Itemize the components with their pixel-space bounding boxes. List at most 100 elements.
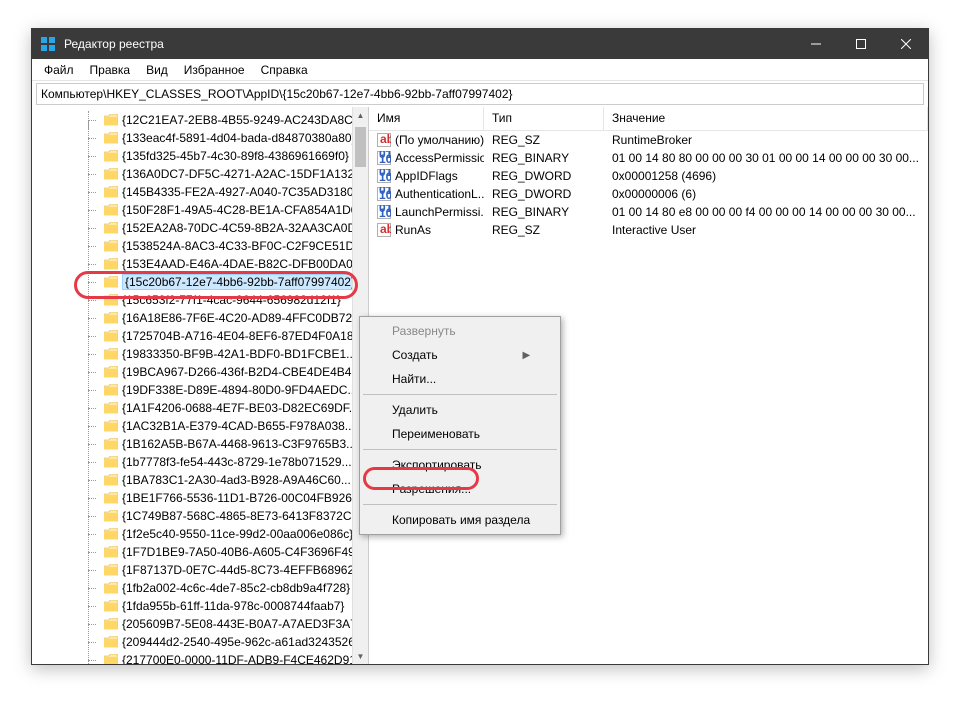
tree-item[interactable]: {145B4335-FE2A-4927-A040-7C35AD3180EF} <box>76 183 368 201</box>
tree-item[interactable]: {1F7D1BE9-7A50-40B6-A605-C4F3696F49C0} <box>76 543 368 561</box>
scroll-thumb[interactable] <box>355 127 366 167</box>
scroll-down-button[interactable]: ▼ <box>353 648 368 664</box>
tree-item[interactable]: {1b7778f3-fe54-443c-8729-1e78b071529... <box>76 453 368 471</box>
folder-icon <box>104 654 118 664</box>
value-type-cell: REG_SZ <box>484 133 604 147</box>
ctx-separator <box>363 504 557 505</box>
tree-item-label: {19BCA967-D266-436f-B2D4-CBE4DE4B4... <box>122 365 361 379</box>
folder-icon <box>104 204 118 216</box>
tree-item[interactable]: {135fd325-45b7-4c30-89f8-4386961669f0} <box>76 147 368 165</box>
minimize-button[interactable] <box>793 29 838 59</box>
svg-text:100: 100 <box>379 188 391 201</box>
ctx-new[interactable]: Создать▶ <box>362 343 558 367</box>
tree-item-label: {205609B7-5E08-443E-B0A7-A7AED3F3A717} <box>122 617 369 631</box>
tree-item-label: {1538524A-8AC3-4C33-BF0C-C2F9CE51DD50} <box>122 239 369 253</box>
tree-item[interactable]: {136A0DC7-DF5C-4271-A2AC-15DF1A1323F2} <box>76 165 368 183</box>
tree-item[interactable]: {1B162A5B-B67A-4468-9613-C3F9765B3... <box>76 435 368 453</box>
tree-item[interactable]: {1BE1F766-5536-11D1-B726-00C04FB926AF} <box>76 489 368 507</box>
tree-item[interactable]: {19DF338E-D89E-4894-80D0-9FD4AEDC... <box>76 381 368 399</box>
tree-item[interactable]: {1A1F4206-0688-4E7F-BE03-D82EC69DF... <box>76 399 368 417</box>
tree-item-label: {15c20b67-12e7-4bb6-92bb-7aff07997402} <box>122 274 358 290</box>
tree-item-label: {209444d2-2540-495e-962c-a61ad3243526} <box>122 635 359 649</box>
tree-item[interactable]: {1f2e5c40-9550-11ce-99d2-00aa006e086c} <box>76 525 368 543</box>
folder-icon <box>104 600 118 612</box>
folder-icon <box>104 384 118 396</box>
context-menu: Развернуть Создать▶ Найти... Удалить Пер… <box>359 316 561 535</box>
tree-item-label: {1C749B87-568C-4865-8E73-6413F8372CE6} <box>122 509 369 523</box>
ctx-delete[interactable]: Удалить <box>362 398 558 422</box>
tree-item-label: {15c653f2-77f1-4cac-9644-656982d12f1} <box>122 293 341 307</box>
ctx-separator <box>363 449 557 450</box>
folder-icon <box>104 312 118 324</box>
tree-item-label: {150F28F1-49A5-4C28-BE1A-CFA854A1D04B} <box>122 203 369 217</box>
tree-item[interactable]: {1AC32B1A-E379-4CAD-B655-F978A038... <box>76 417 368 435</box>
folder-icon <box>104 240 118 252</box>
folder-icon <box>104 402 118 414</box>
binary-value-icon: 011100 <box>377 205 391 219</box>
tree-item[interactable]: {133eac4f-5891-4d04-bada-d84870380a80} <box>76 129 368 147</box>
tree-item[interactable]: {1fb2a002-4c6c-4de7-85c2-cb8db9a4f728} <box>76 579 368 597</box>
menu-favorites[interactable]: Избранное <box>176 61 253 79</box>
tree-item[interactable]: {205609B7-5E08-443E-B0A7-A7AED3F3A717} <box>76 615 368 633</box>
scroll-up-button[interactable]: ▲ <box>353 107 368 123</box>
column-value[interactable]: Значение <box>604 107 928 130</box>
column-type[interactable]: Тип <box>484 107 604 130</box>
maximize-button[interactable] <box>838 29 883 59</box>
tree-item[interactable]: {217700E0-0000-11DF-ADB9-F4CE462D9137} <box>76 651 368 664</box>
tree-item[interactable]: {12C21EA7-2EB8-4B55-9249-AC243DA8C666} <box>76 111 368 129</box>
tree-item-label: {16A18E86-7F6E-4C20-AD89-4FFC0DB72... <box>122 311 362 325</box>
menu-view[interactable]: Вид <box>138 61 176 79</box>
tree-item-label: {133eac4f-5891-4d04-bada-d84870380a80} <box>122 131 356 145</box>
ctx-permissions[interactable]: Разрешения... <box>362 477 558 501</box>
close-button[interactable] <box>883 29 928 59</box>
svg-text:100: 100 <box>379 206 391 219</box>
tree-item[interactable]: {209444d2-2540-495e-962c-a61ad3243526} <box>76 633 368 651</box>
folder-icon <box>104 330 118 342</box>
value-type-cell: REG_DWORD <box>484 187 604 201</box>
tree-item[interactable]: {1725704B-A716-4E04-8EF6-87ED4F0A18... <box>76 327 368 345</box>
tree-item-label: {1F87137D-0E7C-44d5-8C73-4EFFB68962F2} <box>122 563 369 577</box>
tree-item[interactable]: {150F28F1-49A5-4C28-BE1A-CFA854A1D04B} <box>76 201 368 219</box>
ctx-copy-key-name[interactable]: Копировать имя раздела <box>362 508 558 532</box>
ctx-rename[interactable]: Переименовать <box>362 422 558 446</box>
address-bar[interactable]: Компьютер\HKEY_CLASSES_ROOT\AppID\{15c20… <box>36 83 924 105</box>
ctx-find[interactable]: Найти... <box>362 367 558 391</box>
tree-item-label: {145B4335-FE2A-4927-A040-7C35AD3180EF} <box>122 185 369 199</box>
svg-text:100: 100 <box>379 170 391 183</box>
value-row[interactable]: abRunAsREG_SZInteractive User <box>369 221 928 239</box>
tree-item[interactable]: {15c653f2-77f1-4cac-9644-656982d12f1} <box>76 291 368 309</box>
tree-item[interactable]: {15c20b67-12e7-4bb6-92bb-7aff07997402} <box>76 273 368 291</box>
tree-item[interactable]: {1F87137D-0E7C-44d5-8C73-4EFFB68962F2} <box>76 561 368 579</box>
folder-icon <box>104 222 118 234</box>
titlebar[interactable]: Редактор реестра <box>32 29 928 59</box>
folder-icon <box>104 294 118 306</box>
tree-item-label: {135fd325-45b7-4c30-89f8-4386961669f0} <box>122 149 349 163</box>
tree-item[interactable]: {16A18E86-7F6E-4C20-AD89-4FFC0DB72... <box>76 309 368 327</box>
menu-edit[interactable]: Правка <box>82 61 139 79</box>
tree-item[interactable]: {152EA2A8-70DC-4C59-8B2A-32AA3CA0DCAC} <box>76 219 368 237</box>
column-name[interactable]: Имя <box>369 107 484 130</box>
tree-item[interactable]: {19833350-BF9B-42A1-BDF0-BD1FCBE1... <box>76 345 368 363</box>
tree-item[interactable]: {1fda955b-61ff-11da-978c-0008744faab7} <box>76 597 368 615</box>
tree-item[interactable]: {153E4AAD-E46A-4DAE-B82C-DFB00DA0FE44} <box>76 255 368 273</box>
tree-item[interactable]: {19BCA967-D266-436f-B2D4-CBE4DE4B4... <box>76 363 368 381</box>
menu-help[interactable]: Справка <box>253 61 316 79</box>
folder-icon <box>104 420 118 432</box>
folder-icon <box>104 492 118 504</box>
tree-item-label: {1AC32B1A-E379-4CAD-B655-F978A038... <box>122 419 355 433</box>
binary-value-icon: 011100 <box>377 187 391 201</box>
tree-item[interactable]: {1C749B87-568C-4865-8E73-6413F8372CE6} <box>76 507 368 525</box>
folder-icon <box>104 582 118 594</box>
value-row[interactable]: ab(По умолчанию)REG_SZRuntimeBroker <box>369 131 928 149</box>
value-row[interactable]: 011100AuthenticationL...REG_DWORD0x00000… <box>369 185 928 203</box>
value-row[interactable]: 011100AppIDFlagsREG_DWORD0x00001258 (469… <box>369 167 928 185</box>
tree-item[interactable]: {1538524A-8AC3-4C33-BF0C-C2F9CE51DD50} <box>76 237 368 255</box>
value-row[interactable]: 011100AccessPermissionREG_BINARY01 00 14… <box>369 149 928 167</box>
menu-file[interactable]: Файл <box>36 61 82 79</box>
tree-item-label: {217700E0-0000-11DF-ADB9-F4CE462D9137} <box>122 653 369 664</box>
ctx-export[interactable]: Экспортировать <box>362 453 558 477</box>
ctx-separator <box>363 394 557 395</box>
tree-item[interactable]: {1BA783C1-2A30-4ad3-B928-A9A46C60... <box>76 471 368 489</box>
tree-item-label: {12C21EA7-2EB8-4B55-9249-AC243DA8C666} <box>122 113 369 127</box>
value-row[interactable]: 011100LaunchPermissi...REG_BINARY01 00 1… <box>369 203 928 221</box>
